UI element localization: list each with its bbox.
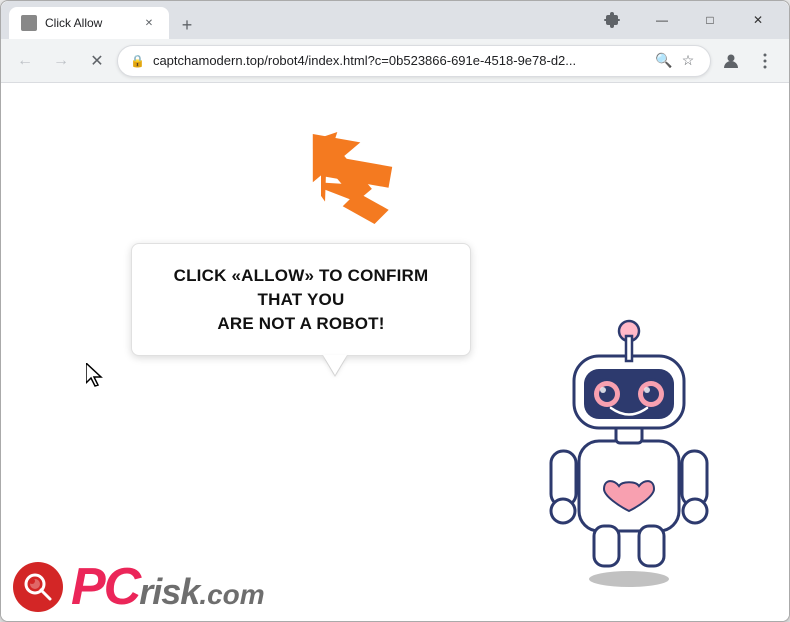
pcrisk-logo-icon bbox=[13, 562, 63, 612]
tab-title: Click Allow bbox=[45, 16, 133, 30]
robot-illustration bbox=[529, 311, 729, 591]
tab-favicon bbox=[21, 15, 37, 31]
lock-icon: 🔒 bbox=[130, 54, 145, 68]
title-bar: Click Allow ✕ + — □ ✕ bbox=[1, 1, 789, 39]
active-tab[interactable]: Click Allow ✕ bbox=[9, 7, 169, 39]
minimize-button[interactable]: — bbox=[639, 4, 685, 36]
bubble-text: CLICK «ALLOW» TO CONFIRM THAT YOU ARE NO… bbox=[162, 264, 440, 335]
address-text: captchamodern.top/robot4/index.html?c=0b… bbox=[153, 53, 646, 68]
mouse-cursor bbox=[86, 363, 106, 393]
navigation-bar: ← → ✕ 🔒 captchamodern.top/robot4/index.h… bbox=[1, 39, 789, 83]
extension-icon[interactable] bbox=[599, 6, 627, 34]
window-controls: — □ ✕ bbox=[639, 4, 781, 36]
tab-close-button[interactable]: ✕ bbox=[141, 15, 157, 31]
nav-right-icons bbox=[715, 45, 781, 77]
browser-window: Click Allow ✕ + — □ ✕ bbox=[0, 0, 790, 622]
speech-bubble: CLICK «ALLOW» TO CONFIRM THAT YOU ARE NO… bbox=[131, 243, 471, 356]
profile-button[interactable] bbox=[715, 45, 747, 77]
reload-button[interactable]: ✕ bbox=[81, 45, 113, 77]
back-button[interactable]: ← bbox=[9, 45, 41, 77]
forward-button[interactable]: → bbox=[45, 45, 77, 77]
search-icon[interactable]: 🔍 bbox=[654, 51, 674, 71]
address-bar[interactable]: 🔒 captchamodern.top/robot4/index.html?c=… bbox=[117, 45, 711, 77]
pcrisk-text: PC risk .com bbox=[71, 561, 265, 613]
address-icons: 🔍 ☆ bbox=[654, 51, 698, 71]
pcrisk-watermark: PC risk .com bbox=[1, 553, 277, 621]
close-button[interactable]: ✕ bbox=[735, 4, 781, 36]
menu-button[interactable] bbox=[749, 45, 781, 77]
new-tab-button[interactable]: + bbox=[173, 11, 201, 39]
pointing-arrow bbox=[296, 118, 391, 228]
bookmark-icon[interactable]: ☆ bbox=[678, 51, 698, 71]
tab-area: Click Allow ✕ + bbox=[9, 1, 595, 39]
title-bar-controls bbox=[599, 6, 627, 34]
page-content: CLICK «ALLOW» TO CONFIRM THAT YOU ARE NO… bbox=[1, 83, 789, 621]
maximize-button[interactable]: □ bbox=[687, 4, 733, 36]
